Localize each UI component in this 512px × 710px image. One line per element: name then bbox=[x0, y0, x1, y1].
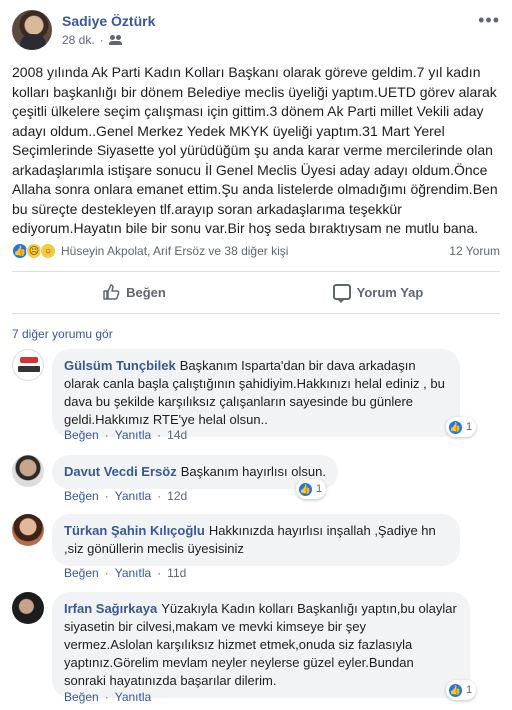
comment-button[interactable]: Yorum Yap bbox=[256, 276, 500, 308]
comment-reaction-count: 1 bbox=[466, 684, 473, 696]
comment-bubble: Irfan Sağırkaya Yüzakıyla Kadın kolları B… bbox=[52, 592, 470, 698]
author-avatar[interactable] bbox=[12, 10, 52, 50]
commenter-name[interactable]: Davut Vecdi Ersöz bbox=[64, 464, 177, 479]
comment-count[interactable]: 12 Yorum bbox=[449, 244, 500, 258]
like-reaction-icon: 👍 bbox=[448, 682, 463, 698]
comment-reaction-count: 1 bbox=[466, 421, 473, 433]
commenter-name[interactable]: Gülsüm Tunçbilek bbox=[64, 358, 176, 373]
comment-button-label: Yorum Yap bbox=[356, 284, 424, 300]
commenter-avatar[interactable] bbox=[12, 592, 44, 624]
commenter-avatar[interactable] bbox=[12, 349, 44, 381]
like-reaction-icon: 👍 bbox=[298, 481, 313, 497]
commenter-name[interactable]: Türkan Şahin Kılıçoğlu bbox=[64, 523, 205, 538]
comment-like-link[interactable]: Beğen bbox=[64, 690, 99, 704]
like-button[interactable]: Beğen bbox=[12, 276, 256, 308]
post-text: 2008 yılında Ak Parti Kadın Kolları Başk… bbox=[12, 64, 498, 236]
more-options-icon[interactable]: ••• bbox=[478, 11, 500, 29]
comment-reply-link[interactable]: Yanıtla bbox=[115, 489, 151, 503]
commenter-name[interactable]: Irfan Sağırkaya bbox=[64, 601, 157, 616]
comment-like-link[interactable]: Beğen bbox=[64, 566, 99, 580]
thumbs-up-icon bbox=[103, 284, 120, 300]
comment-time[interactable]: 14d bbox=[167, 428, 187, 442]
comment-reaction-count: 1 bbox=[316, 483, 323, 495]
action-bar: Beğen Yorum Yap bbox=[12, 276, 500, 308]
comment-time[interactable]: 11d bbox=[167, 566, 186, 580]
like-button-label: Beğen bbox=[126, 284, 166, 300]
divider bbox=[12, 313, 500, 314]
comment-bubble: Türkan Şahin Kılıçoğlu Hakkınızda hayırlı… bbox=[52, 514, 460, 566]
comment-reply-link[interactable]: Yanıtla bbox=[115, 428, 151, 442]
post-time[interactable]: 28 dk. bbox=[62, 33, 95, 47]
comment-bubble: Gülsüm Tunçbilek Başkanım Isparta'dan bir… bbox=[52, 349, 460, 437]
comment-reaction-badge[interactable]: 👍 1 bbox=[446, 680, 477, 700]
wow-reaction-icon[interactable]: ○ bbox=[40, 243, 56, 259]
view-more-comments-link[interactable]: 7 diğer yorumu gör bbox=[12, 327, 113, 341]
comment-reply-link[interactable]: Yanıtla bbox=[115, 566, 151, 580]
comment-time[interactable]: 12d bbox=[167, 489, 187, 503]
commenter-avatar[interactable] bbox=[12, 455, 44, 487]
comment-actions: Beğen · Yanıtla · 14d bbox=[64, 428, 188, 442]
friends-icon[interactable] bbox=[108, 35, 123, 45]
divider bbox=[12, 271, 500, 272]
post-header: Sadiye Öztürk 28 dk. · ••• bbox=[12, 10, 500, 54]
comment-like-link[interactable]: Beğen bbox=[64, 428, 99, 442]
author-name[interactable]: Sadiye Öztürk bbox=[62, 13, 155, 29]
like-reaction-icon: 👍 bbox=[448, 419, 463, 435]
reaction-names[interactable]: Hüseyin Akpolat, Arif Ersöz ve 38 diğer … bbox=[61, 244, 288, 258]
comment-actions: Beğen · Yanıtla · 12d bbox=[64, 489, 188, 503]
comment-actions: Beğen · Yanıtla · 11d bbox=[64, 566, 187, 580]
comment-text: Başkanım hayırlısı olsun. bbox=[180, 464, 326, 479]
comment-bubble: Davut Vecdi Ersöz Başkanım hayırlısı olsu… bbox=[52, 455, 338, 489]
reactions-summary: 👍 ☹ ○ Hüseyin Akpolat, Arif Ersöz ve 38 … bbox=[12, 242, 500, 260]
comment-actions: Beğen · Yanıtla bbox=[64, 690, 152, 704]
comment-icon bbox=[332, 284, 351, 303]
post-meta: 28 dk. · bbox=[62, 33, 123, 47]
commenter-avatar[interactable] bbox=[12, 514, 44, 546]
comment-like-link[interactable]: Beğen bbox=[64, 489, 99, 503]
comment-reaction-badge[interactable]: 👍 1 bbox=[296, 479, 327, 499]
comment-reaction-badge[interactable]: 👍 1 bbox=[446, 417, 477, 437]
comment-reply-link[interactable]: Yanıtla bbox=[115, 690, 151, 704]
